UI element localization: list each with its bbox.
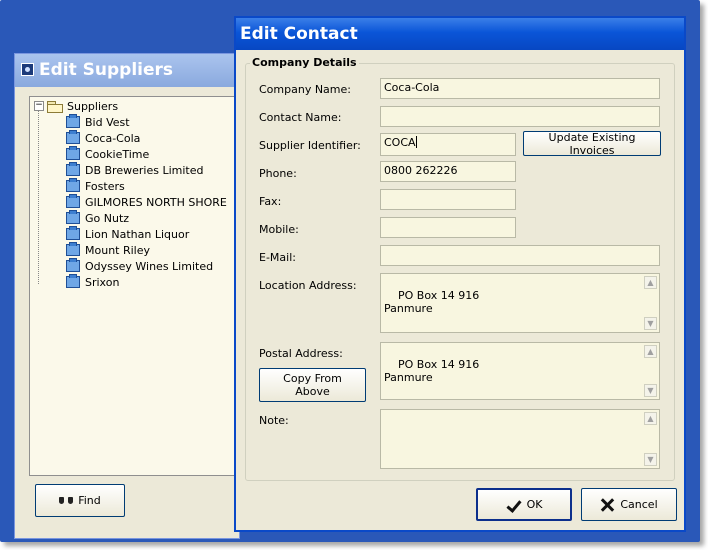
close-icon [600, 498, 614, 512]
tree-item-supplier[interactable]: Bid Vest [66, 114, 130, 130]
supplier-icon [66, 274, 80, 288]
folder-icon [47, 100, 63, 113]
scroll-down-icon[interactable]: ▼ [644, 317, 657, 330]
tree-item-label: Coca-Cola [85, 131, 141, 145]
note-scrollbar[interactable]: ▲ ▼ [643, 411, 658, 467]
tree-item-label: Lion Nathan Liquor [85, 227, 190, 241]
tree-item-supplier[interactable]: Lion Nathan Liquor [66, 226, 189, 242]
suppliers-window-title: Edit Suppliers [39, 60, 174, 80]
supplier-icon [66, 210, 80, 224]
tree-item-supplier[interactable]: Fosters [66, 178, 125, 194]
edit-contact-title-bar[interactable]: Edit Contact [236, 18, 684, 50]
scroll-down-icon[interactable]: ▼ [644, 384, 657, 397]
phone-label: Phone: [259, 167, 297, 180]
location-address-value: PO Box 14 916 Panmure [384, 289, 480, 315]
tree-item-supplier[interactable]: GILMORES NORTH SHORE [66, 194, 227, 210]
suppliers-title-bar[interactable]: Edit Suppliers [15, 54, 239, 87]
copy-from-above-button[interactable]: Copy From Above [259, 368, 366, 402]
supplier-icon [66, 146, 80, 160]
tree-item-label: Srixon [85, 275, 120, 289]
contact-name-label: Contact Name: [259, 111, 342, 124]
fax-field[interactable] [380, 189, 516, 210]
edit-suppliers-window: Edit Suppliers − Suppliers Bid Vest Coca… [14, 53, 245, 539]
find-area: Find [29, 478, 243, 532]
ok-button-label: OK [526, 498, 543, 511]
tree-item-label: Odyssey Wines Limited [85, 259, 214, 273]
supplier-icon [66, 242, 80, 256]
company-name-label: Company Name: [259, 83, 351, 96]
supplier-icon [66, 258, 80, 272]
scroll-up-icon[interactable]: ▲ [644, 412, 657, 425]
ok-button[interactable]: OK [476, 488, 572, 521]
location-address-scrollbar[interactable]: ▲ ▼ [643, 275, 658, 331]
email-label: E-Mail: [259, 251, 296, 264]
note-field[interactable]: ▲ ▼ [380, 409, 660, 469]
edit-contact-window: Edit Contact Company Details Company Nam… [234, 16, 686, 532]
scroll-up-icon[interactable]: ▲ [644, 276, 657, 289]
tree-item-supplier[interactable]: DB Breweries Limited [66, 162, 203, 178]
tree-item-supplier[interactable]: Mount Riley [66, 242, 150, 258]
edit-contact-title: Edit Contact [240, 24, 358, 44]
find-button-label: Find [78, 494, 101, 507]
postal-address-label: Postal Address: [259, 347, 343, 360]
tree-item-supplier[interactable]: Srixon [66, 274, 119, 290]
supplier-tree[interactable]: − Suppliers Bid Vest Coca-Cola CookieTim… [29, 96, 245, 476]
tree-item-label: DB Breweries Limited [85, 163, 204, 177]
tree-item-supplier[interactable]: CookieTime [66, 146, 149, 162]
mobile-label: Mobile: [259, 223, 299, 236]
tree-root-suppliers[interactable]: − Suppliers [34, 98, 118, 114]
location-address-label: Location Address: [259, 279, 357, 292]
scroll-up-icon[interactable]: ▲ [644, 345, 657, 358]
text-caret [415, 136, 417, 148]
tree-item-supplier[interactable]: Coca-Cola [66, 130, 140, 146]
update-existing-invoices-button[interactable]: Update Existing Invoices [523, 131, 661, 157]
binoculars-icon [59, 496, 74, 505]
cancel-button[interactable]: Cancel [581, 488, 677, 521]
mobile-field[interactable] [380, 217, 516, 238]
tree-item-label: GILMORES NORTH SHORE [85, 195, 227, 209]
supplier-icon [66, 194, 80, 208]
tree-item-label: CookieTime [85, 147, 150, 161]
tree-connector [38, 110, 40, 284]
note-label: Note: [259, 414, 289, 427]
supplier-icon [66, 226, 80, 240]
company-details-legend: Company Details [250, 56, 359, 69]
tree-item-supplier[interactable]: Odyssey Wines Limited [66, 258, 213, 274]
supplier-icon [66, 130, 80, 144]
tree-item-label: Bid Vest [85, 115, 130, 129]
scroll-down-icon[interactable]: ▼ [644, 453, 657, 466]
phone-field[interactable]: 0800 262226 [380, 161, 516, 182]
tree-item-supplier[interactable]: Go Nutz [66, 210, 129, 226]
supplier-identifier-field[interactable]: COCA [380, 133, 516, 156]
app-icon [21, 63, 34, 76]
postal-address-field[interactable]: PO Box 14 916 Panmure ▲ ▼ [380, 342, 660, 400]
fax-label: Fax: [259, 195, 282, 208]
tree-item-label: Go Nutz [85, 211, 130, 225]
supplier-identifier-label: Supplier Identifier: [259, 139, 361, 152]
tree-root-label: Suppliers [67, 99, 119, 113]
company-name-field[interactable]: Coca-Cola [380, 78, 660, 99]
tree-item-label: Fosters [85, 179, 125, 193]
postal-address-scrollbar[interactable]: ▲ ▼ [643, 344, 658, 398]
supplier-identifier-value: COCA [384, 136, 416, 149]
supplier-icon [66, 162, 80, 176]
location-address-field[interactable]: PO Box 14 916 Panmure ▲ ▼ [380, 273, 660, 333]
find-button[interactable]: Find [35, 484, 125, 517]
contact-name-field[interactable] [380, 106, 660, 127]
supplier-icon [66, 178, 80, 192]
email-field[interactable] [380, 245, 660, 266]
supplier-icon [66, 114, 80, 128]
tree-item-label: Mount Riley [85, 243, 151, 257]
cancel-button-label: Cancel [620, 498, 658, 511]
checkmark-icon [506, 498, 520, 512]
postal-address-value: PO Box 14 916 Panmure [384, 358, 480, 384]
